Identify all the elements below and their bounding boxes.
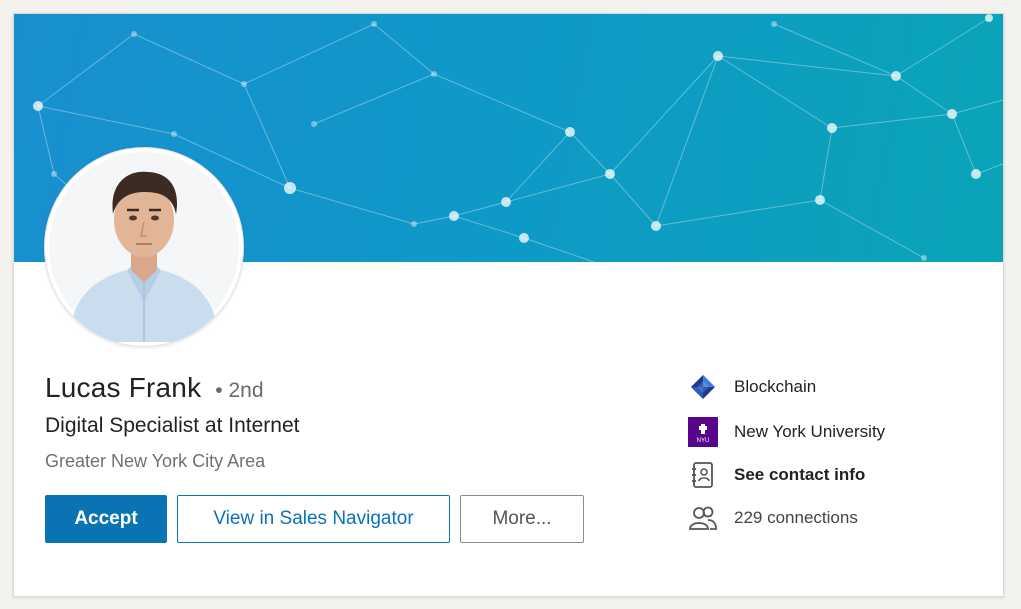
connections-count[interactable]: 229 connections bbox=[688, 503, 858, 533]
connection-degree: • 2nd bbox=[215, 379, 264, 402]
contact-card-icon bbox=[688, 460, 718, 490]
contact-info-link[interactable]: See contact info bbox=[688, 460, 865, 490]
view-in-sales-navigator-button[interactable]: View in Sales Navigator bbox=[177, 495, 450, 543]
more-button[interactable]: More... bbox=[460, 495, 584, 543]
name-row: Lucas Frank • 2nd bbox=[45, 372, 264, 404]
company-name: Blockchain bbox=[734, 377, 817, 396]
blockchain-logo-icon bbox=[688, 372, 718, 402]
person-photo-icon bbox=[49, 152, 239, 342]
contact-info-label: See contact info bbox=[734, 465, 866, 484]
nyu-logo-text: NYU bbox=[697, 438, 710, 444]
company-blockchain[interactable]: Blockchain bbox=[688, 372, 816, 402]
nyu-logo-icon: NYU bbox=[688, 417, 718, 447]
school-nyu[interactable]: NYU New York University bbox=[688, 417, 885, 447]
profile-photo[interactable] bbox=[45, 148, 243, 346]
profile-name[interactable]: Lucas Frank bbox=[45, 372, 201, 404]
school-name: New York University bbox=[734, 422, 886, 441]
profile-headline: Digital Specialist at Internet bbox=[45, 414, 300, 437]
profile-location: Greater New York City Area bbox=[45, 451, 266, 471]
accept-button[interactable]: Accept bbox=[45, 495, 167, 543]
connections-label: 229 connections bbox=[734, 508, 858, 527]
people-icon bbox=[688, 503, 718, 533]
profile-card: Lucas Frank • 2nd Digital Specialist at … bbox=[13, 13, 1004, 597]
